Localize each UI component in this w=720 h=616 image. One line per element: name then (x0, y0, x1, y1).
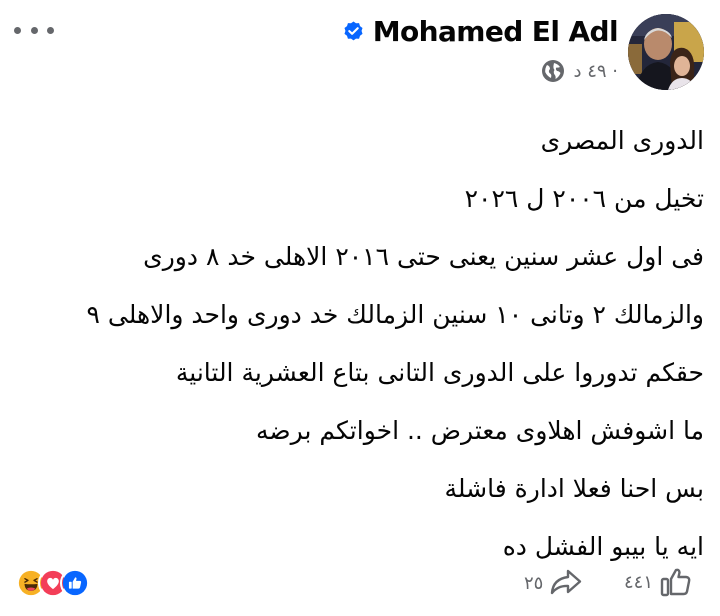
post-timestamp[interactable]: ٤٩ د · (573, 61, 618, 82)
like-icon (660, 568, 691, 597)
more-options-button[interactable] (14, 18, 54, 42)
avatar-photo (628, 14, 704, 90)
post-line: حقكم تدوروا على الدورى التانى بتاع العشر… (175, 358, 704, 387)
more-dot (14, 26, 21, 34)
author-row: Mohamed El Adl (342, 14, 619, 48)
post-line: تخيل من ٢٠٠٦ ل ٢٠٢٦ (464, 184, 704, 213)
post-line: الدورى المصرى (540, 126, 704, 155)
share-count: ٢٥ (524, 572, 544, 594)
globe-icon[interactable] (541, 59, 565, 83)
like-count: ٤٤١ (624, 571, 654, 593)
more-dot (30, 26, 38, 34)
share-icon (551, 569, 582, 595)
post-line: ما اشوفش اهلاوى معترض .. اخواتكم برضه (256, 416, 704, 445)
more-dot (47, 26, 54, 34)
post-meta: ٤٩ د · (541, 58, 618, 84)
verified-badge-icon (344, 20, 363, 40)
author-name[interactable]: Mohamed El Adl (373, 15, 619, 48)
share-button[interactable]: ٢٥ (524, 566, 583, 600)
like-button[interactable]: ٤٤١ (624, 564, 693, 600)
post-line: فى اول عشر سنين يعنى حتى ٢٠١٦ الاهلى خد … (143, 242, 704, 271)
like-reaction-icon (60, 568, 90, 598)
avatar[interactable] (628, 14, 704, 90)
post-body: الدورى المصرى تخيل من ٢٠٠٦ ل ٢٠٢٦ فى اول… (14, 112, 705, 576)
post-line: ايه يا بيبو الفشل ده (502, 532, 704, 561)
reaction-summary[interactable] (16, 567, 90, 599)
post-line: بس احنا فعلا ادارة فاشلة (444, 474, 705, 503)
post-line: والزمالك ٢ وتانى ١٠ سنين الزمالك خد دورى… (86, 300, 705, 329)
